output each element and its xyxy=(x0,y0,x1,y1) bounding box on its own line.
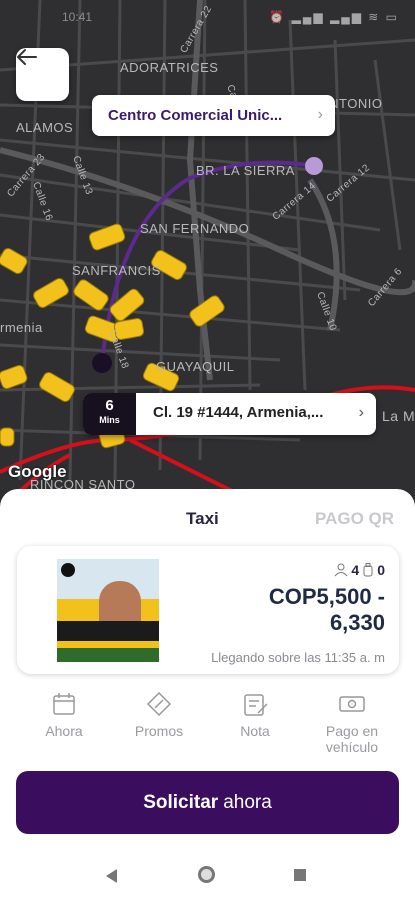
tab-pago-qr[interactable]: PAGO QR xyxy=(315,509,394,529)
tabs: Taxi PAGO QR xyxy=(0,489,415,545)
nav-home-icon[interactable] xyxy=(198,866,215,883)
origin-pill[interactable]: 6 Mins Cl. 19 #1444, Armenia,... › xyxy=(83,393,376,435)
note-icon xyxy=(244,694,268,716)
status-time: 10:41 xyxy=(62,10,93,24)
arrival-time: Llegando sobre las 11:35 a. m xyxy=(211,650,385,665)
person-icon xyxy=(335,563,348,577)
map-label-armenia: rmenia xyxy=(0,320,43,335)
tab-taxi[interactable]: Taxi xyxy=(186,509,219,529)
service-card[interactable]: 4 0 COP5,500 - 6,330 Llegando sobre las … xyxy=(17,546,399,674)
map-label-la-sierra: BR. LA SIERRA xyxy=(196,163,295,178)
destination-pill[interactable]: Centro Comercial Unic... › xyxy=(92,95,335,136)
origin-address: Cl. 19 #1444, Armenia,... xyxy=(153,404,324,421)
price-range: COP5,500 - 6,330 xyxy=(268,584,385,635)
nav-back-icon[interactable] xyxy=(106,869,117,883)
map-label-san-francisco: SANFRANCIS xyxy=(72,263,161,278)
map-view[interactable]: ADORATRICES ANTONIO ALAMOS BR. LA SIERRA… xyxy=(0,0,415,520)
map-label-guayaquil: GUAYAQUIL xyxy=(156,359,235,374)
option-label: Pago en vehículo xyxy=(325,723,379,755)
option-label: Nota xyxy=(240,723,270,739)
capacity-info: 4 0 xyxy=(334,562,385,578)
luggage-icon xyxy=(363,563,373,577)
calendar-icon xyxy=(53,693,75,715)
promo-tag-icon xyxy=(146,691,172,717)
map-label-adoratrices: ADORATRICES xyxy=(120,60,219,75)
map-label-la-m: La M xyxy=(382,408,415,424)
back-button[interactable] xyxy=(16,48,69,101)
eta-value: 6 xyxy=(105,397,114,414)
option-label: Promos xyxy=(134,723,184,739)
option-ahora[interactable]: Ahora xyxy=(24,691,104,739)
map-label-san-fernando: SAN FERNANDO xyxy=(140,221,250,236)
map-label-alamos: ALAMOS xyxy=(16,120,74,135)
bottom-sheet: Taxi PAGO QR 4 0 COP5,500 - 6,330 Llegan… xyxy=(0,489,415,900)
option-pago-vehiculo[interactable]: Pago en vehículo xyxy=(312,691,392,755)
luggage-count: 0 xyxy=(377,562,385,578)
arrow-left-icon xyxy=(17,49,37,65)
chevron-right-icon: › xyxy=(358,404,364,421)
eta-badge: 6 Mins xyxy=(83,393,136,435)
nav-recents-icon[interactable] xyxy=(294,869,306,881)
destination-label: Centro Comercial Unic... xyxy=(108,107,283,124)
cash-icon xyxy=(339,696,365,712)
option-label: Ahora xyxy=(45,723,83,739)
service-image xyxy=(57,559,159,662)
options-row: Ahora Promos Nota Pago en vehículo xyxy=(0,691,415,761)
status-icons: ⏰ ▂▄▆ ▂▄▆ ≋ ▭ xyxy=(269,10,399,24)
system-navbar xyxy=(0,859,415,899)
chevron-right-icon: › xyxy=(317,106,323,123)
google-logo: Google xyxy=(8,462,67,481)
cta-bold: Solicitar xyxy=(143,791,219,813)
request-now-button[interactable]: Solicitar ahora xyxy=(16,771,399,834)
status-bar: 10:41 ⏰ ▂▄▆ ▂▄▆ ≋ ▭ xyxy=(0,6,415,28)
option-promos[interactable]: Promos xyxy=(119,691,199,739)
passenger-count: 4 xyxy=(351,562,360,578)
cta-rest: ahora xyxy=(223,791,272,813)
eta-unit: Mins xyxy=(99,415,120,425)
option-nota[interactable]: Nota xyxy=(215,691,295,739)
